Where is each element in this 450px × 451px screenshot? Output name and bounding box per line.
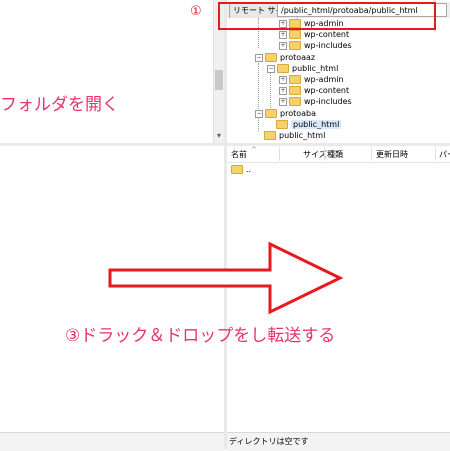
expander-plus-icon[interactable]: +: [279, 30, 287, 39]
remote-list-header: 名前 ^ サイズ 種類 更新日時 パー: [227, 146, 450, 163]
annotation-drag-drop: ③ドラック＆ドロップをし転送する: [65, 326, 336, 346]
annotation-step-1: ①: [190, 4, 202, 19]
tree-node-wp-content[interactable]: + wp-content: [279, 85, 349, 96]
scrollbar-thumb[interactable]: [215, 70, 223, 90]
local-directory-tree[interactable]: [0, 0, 213, 143]
right-arrow-icon: [108, 241, 344, 315]
expander-minus-icon[interactable]: −: [267, 64, 275, 73]
folder-icon: [289, 86, 301, 95]
expander-minus-icon[interactable]: −: [255, 109, 263, 118]
annotation-open-folder: フォルダを開く: [0, 95, 119, 115]
folder-icon: [265, 53, 277, 62]
column-header-name[interactable]: 名前: [231, 149, 247, 160]
column-header-modified[interactable]: 更新日時: [376, 149, 408, 160]
folder-icon: [231, 165, 243, 174]
tree-guide-line: [270, 68, 271, 108]
expander-plus-icon[interactable]: +: [279, 75, 287, 84]
local-status-bar: [0, 432, 224, 451]
column-separator[interactable]: [435, 147, 436, 161]
tree-node-wp-content[interactable]: + wp-content: [279, 29, 349, 40]
folder-icon: [289, 30, 301, 39]
tree-node-protoaaz[interactable]: − protoaaz: [255, 52, 315, 63]
folder-icon: [265, 109, 277, 118]
tree-guide-line: [258, 63, 259, 113]
tree-node-wp-includes[interactable]: + wp-includes: [279, 40, 352, 51]
column-separator[interactable]: [279, 147, 280, 161]
expander-plus-icon[interactable]: +: [279, 86, 287, 95]
tree-node-public-html-selected[interactable]: public_html: [276, 119, 342, 130]
tree-node-public-html[interactable]: − public_html: [267, 63, 338, 74]
expander-minus-icon[interactable]: −: [255, 53, 263, 62]
tree-node-protoaba[interactable]: − protoaba: [255, 108, 316, 119]
tree-node-wp-includes[interactable]: + wp-includes: [279, 96, 352, 107]
folder-icon: [276, 120, 288, 129]
remote-status-bar: ディレクトリは空です: [227, 432, 450, 451]
folder-icon: [289, 41, 301, 50]
status-text: ディレクトリは空です: [229, 437, 309, 446]
folder-icon: [264, 131, 276, 140]
folder-icon: [289, 75, 301, 84]
sort-indicator-icon: ^: [251, 146, 257, 154]
column-header-permissions[interactable]: パー: [439, 149, 450, 160]
expander-plus-icon[interactable]: +: [279, 41, 287, 50]
list-item-parent-directory[interactable]: ..: [231, 164, 251, 175]
column-separator[interactable]: [324, 147, 325, 161]
tree-node-wp-admin[interactable]: + wp-admin: [279, 74, 344, 85]
annotation-highlight-box: [218, 2, 436, 30]
scroll-down-arrow-icon[interactable]: ▾: [214, 131, 224, 141]
folder-icon: [289, 97, 301, 106]
expander-plus-icon[interactable]: +: [279, 97, 287, 106]
column-header-type[interactable]: 種類: [327, 149, 343, 160]
remote-directory-tree[interactable]: + wp-admin + wp-content + wp-includes − prot…: [227, 18, 450, 143]
tree-node-public-html[interactable]: public_html: [264, 130, 325, 141]
folder-icon: [277, 64, 289, 73]
column-separator[interactable]: [371, 147, 372, 161]
